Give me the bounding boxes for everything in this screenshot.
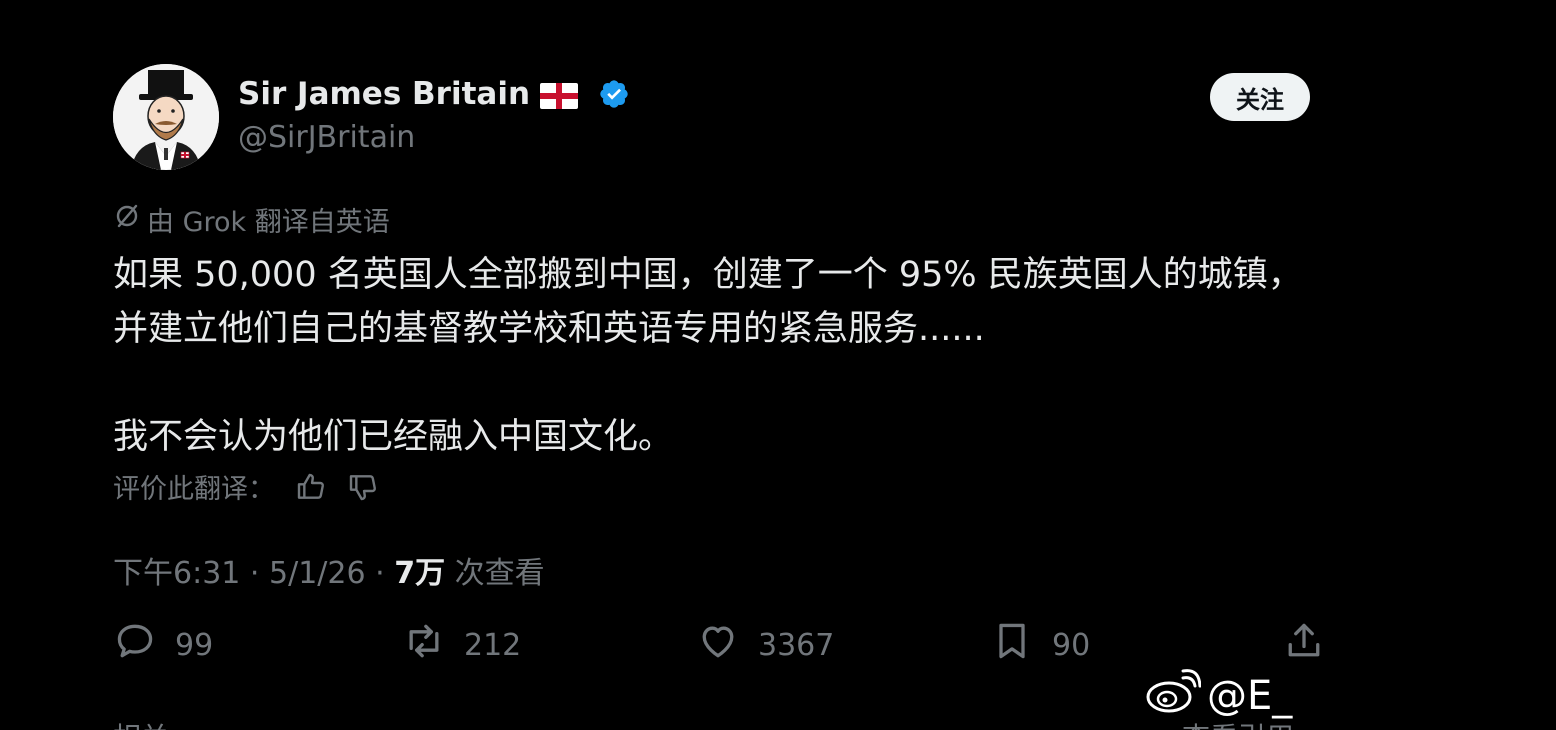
repost-icon	[402, 619, 446, 671]
views-label: 次查看	[454, 556, 545, 591]
like-button[interactable]: 3367	[696, 620, 834, 670]
england-flag-icon	[540, 81, 579, 109]
follow-button[interactable]: 关注	[1210, 73, 1310, 121]
thumbs-up-icon[interactable]	[295, 471, 327, 503]
tweet-time[interactable]: 下午6:31	[113, 556, 240, 591]
thumbs-down-icon[interactable]	[347, 471, 379, 503]
bookmark-count: 90	[1052, 627, 1091, 663]
tweet-text: 如果 50,000 名英国人全部搬到中国，创建了一个 95% 民族英国人的城镇，…	[113, 248, 1323, 464]
tweet-paragraph-1: 如果 50,000 名英国人全部搬到中国，创建了一个 95% 民族英国人的城镇，…	[113, 255, 1303, 349]
repost-button[interactable]: 212	[402, 620, 521, 670]
translation-note[interactable]: 由 Grok 翻译自英语	[113, 200, 390, 239]
translation-note-text: 由 Grok 翻译自英语	[147, 207, 390, 238]
tweet-meta: 下午6:31 · 5/1/26 · 7万 次查看	[113, 548, 545, 592]
like-count: 3367	[758, 627, 835, 663]
display-name[interactable]: Sir James Britain	[238, 76, 530, 112]
rate-translation: 评价此翻译：	[113, 467, 379, 506]
tweet-date[interactable]: 5/1/26	[269, 556, 366, 591]
tweet-paragraph-2: 我不会认为他们已经融入中国文化。	[113, 417, 674, 457]
reply-count: 99	[175, 627, 214, 663]
reply-icon	[113, 619, 157, 671]
grok-icon	[113, 202, 141, 237]
meta-separator: ·	[249, 556, 260, 591]
rate-translation-label: 评价此翻译：	[113, 474, 275, 505]
weibo-watermark: @E_	[1145, 668, 1292, 724]
avatar[interactable]	[113, 64, 219, 170]
verified-badge-icon	[598, 78, 630, 110]
meta-separator: ·	[375, 556, 385, 591]
weibo-icon	[1145, 668, 1202, 724]
watermark-text: @E_	[1207, 673, 1293, 719]
reply-button[interactable]: 99	[113, 620, 213, 670]
user-handle[interactable]: @SirJBritain	[238, 120, 415, 155]
display-name-row[interactable]: Sir James Britain	[238, 76, 630, 112]
bookmark-icon	[990, 619, 1034, 671]
heart-icon	[696, 619, 740, 671]
bookmark-button[interactable]: 90	[990, 620, 1090, 670]
views-count: 7万	[394, 556, 446, 591]
share-button[interactable]	[1282, 620, 1326, 670]
share-icon	[1282, 619, 1326, 671]
avatar-illustration	[113, 64, 219, 170]
tweet-detail-view: Sir James Britain @SirJBritain 关注 由 Grok…	[0, 0, 1556, 730]
repost-count: 212	[464, 627, 522, 663]
related-label[interactable]: 相关	[113, 716, 169, 730]
